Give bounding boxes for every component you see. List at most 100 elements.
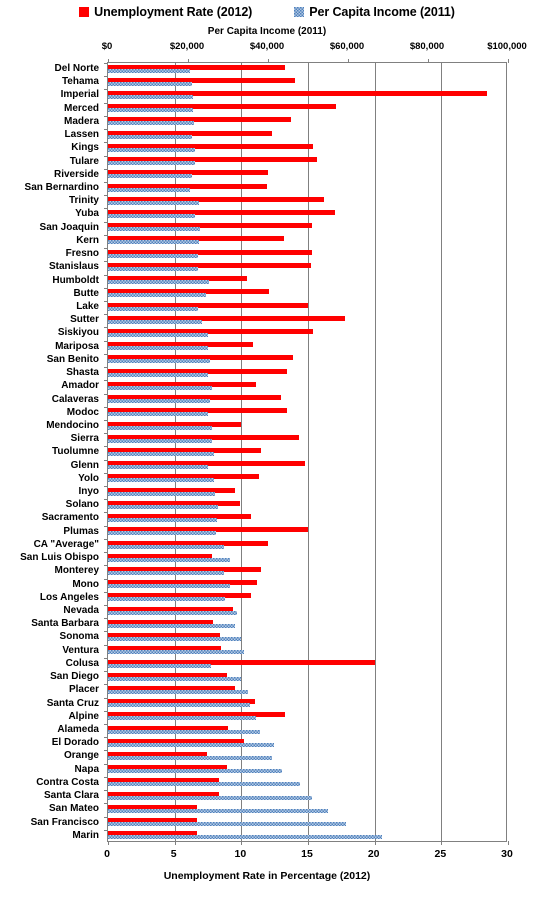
bar-group[interactable]	[108, 817, 506, 830]
bar-per-capita-income[interactable]	[108, 451, 215, 456]
bar-per-capita-income[interactable]	[108, 95, 193, 100]
bar-group[interactable]	[108, 592, 506, 605]
bar-group[interactable]	[108, 248, 506, 261]
bar-per-capita-income[interactable]	[108, 703, 250, 708]
bar-group[interactable]	[108, 803, 506, 816]
bar-group[interactable]	[108, 261, 506, 274]
bar-per-capita-income[interactable]	[108, 518, 217, 523]
bar-group[interactable]	[108, 63, 506, 76]
bar-per-capita-income[interactable]	[108, 399, 210, 404]
bar-per-capita-income[interactable]	[108, 769, 282, 774]
bar-per-capita-income[interactable]	[108, 822, 346, 827]
bar-group[interactable]	[108, 394, 506, 407]
bar-per-capita-income[interactable]	[108, 134, 192, 139]
bar-per-capita-income[interactable]	[108, 742, 275, 747]
bar-group[interactable]	[108, 129, 506, 142]
bar-per-capita-income[interactable]	[108, 81, 192, 86]
bar-per-capita-income[interactable]	[108, 108, 194, 113]
bar-per-capita-income[interactable]	[108, 187, 190, 192]
bar-per-capita-income[interactable]	[108, 544, 225, 549]
bar-group[interactable]	[108, 341, 506, 354]
bar-group[interactable]	[108, 420, 506, 433]
bar-per-capita-income[interactable]	[108, 835, 382, 840]
bar-group[interactable]	[108, 103, 506, 116]
bar-group[interactable]	[108, 764, 506, 777]
bar-group[interactable]	[108, 698, 506, 711]
legend-entry-1[interactable]: Unemployment Rate (2012)	[79, 5, 252, 19]
bar-per-capita-income[interactable]	[108, 425, 213, 430]
bar-per-capita-income[interactable]	[108, 68, 190, 73]
bar-group[interactable]	[108, 512, 506, 525]
bar-per-capita-income[interactable]	[108, 637, 242, 642]
bar-group[interactable]	[108, 380, 506, 393]
bar-per-capita-income[interactable]	[108, 465, 208, 470]
bar-per-capita-income[interactable]	[108, 584, 231, 589]
bar-group[interactable]	[108, 327, 506, 340]
bar-per-capita-income[interactable]	[108, 214, 196, 219]
bar-group[interactable]	[108, 156, 506, 169]
bar-group[interactable]	[108, 658, 506, 671]
bar-group[interactable]	[108, 737, 506, 750]
bar-per-capita-income[interactable]	[108, 491, 216, 496]
bar-per-capita-income[interactable]	[108, 333, 208, 337]
bar-group[interactable]	[108, 565, 506, 578]
bar-per-capita-income[interactable]	[108, 147, 196, 152]
bar-group[interactable]	[108, 460, 506, 473]
bar-per-capita-income[interactable]	[108, 306, 198, 311]
bar-group[interactable]	[108, 446, 506, 459]
bar-group[interactable]	[108, 288, 506, 301]
bar-group[interactable]	[108, 142, 506, 155]
bar-group[interactable]	[108, 76, 506, 89]
bar-group[interactable]	[108, 314, 506, 327]
bar-group[interactable]	[108, 367, 506, 380]
bar-per-capita-income[interactable]	[108, 570, 225, 575]
bar-group[interactable]	[108, 169, 506, 182]
bar-group[interactable]	[108, 407, 506, 420]
bar-per-capita-income[interactable]	[108, 346, 209, 351]
bar-group[interactable]	[108, 235, 506, 248]
bar-per-capita-income[interactable]	[108, 372, 209, 377]
bar-per-capita-income[interactable]	[108, 280, 209, 285]
bar-group[interactable]	[108, 208, 506, 221]
bar-per-capita-income[interactable]	[108, 200, 200, 205]
bar-group[interactable]	[108, 116, 506, 129]
bar-group[interactable]	[108, 750, 506, 763]
bar-per-capita-income[interactable]	[108, 240, 200, 245]
bar-group[interactable]	[108, 526, 506, 539]
bar-group[interactable]	[108, 790, 506, 803]
bar-group[interactable]	[108, 671, 506, 684]
bar-group[interactable]	[108, 579, 506, 592]
bar-group[interactable]	[108, 645, 506, 658]
bar-per-capita-income[interactable]	[108, 676, 242, 681]
bar-per-capita-income[interactable]	[108, 729, 260, 734]
legend-entry-2[interactable]: Per Capita Income (2011)	[294, 5, 455, 19]
bar-per-capita-income[interactable]	[108, 531, 216, 536]
bar-per-capita-income[interactable]	[108, 663, 211, 668]
bar-group[interactable]	[108, 777, 506, 790]
bar-group[interactable]	[108, 631, 506, 644]
bar-group[interactable]	[108, 830, 506, 843]
bar-per-capita-income[interactable]	[108, 319, 202, 324]
bar-group[interactable]	[108, 486, 506, 499]
bar-per-capita-income[interactable]	[108, 266, 198, 271]
bar-group[interactable]	[108, 724, 506, 737]
bar-per-capita-income[interactable]	[108, 597, 225, 602]
bar-per-capita-income[interactable]	[108, 385, 212, 390]
bar-group[interactable]	[108, 433, 506, 446]
bar-per-capita-income[interactable]	[108, 293, 206, 298]
bar-group[interactable]	[108, 499, 506, 512]
bar-per-capita-income[interactable]	[108, 716, 256, 721]
bar-group[interactable]	[108, 354, 506, 367]
bar-group[interactable]	[108, 182, 506, 195]
bar-per-capita-income[interactable]	[108, 359, 210, 364]
bar-per-capita-income[interactable]	[108, 227, 200, 232]
bar-group[interactable]	[108, 684, 506, 697]
bar-per-capita-income[interactable]	[108, 438, 213, 443]
bar-per-capita-income[interactable]	[108, 174, 192, 179]
bar-per-capita-income[interactable]	[108, 610, 237, 615]
bar-per-capita-income[interactable]	[108, 121, 194, 126]
bar-per-capita-income[interactable]	[108, 623, 236, 628]
bar-per-capita-income[interactable]	[108, 253, 198, 258]
bar-per-capita-income[interactable]	[108, 504, 219, 509]
bar-group[interactable]	[108, 605, 506, 618]
